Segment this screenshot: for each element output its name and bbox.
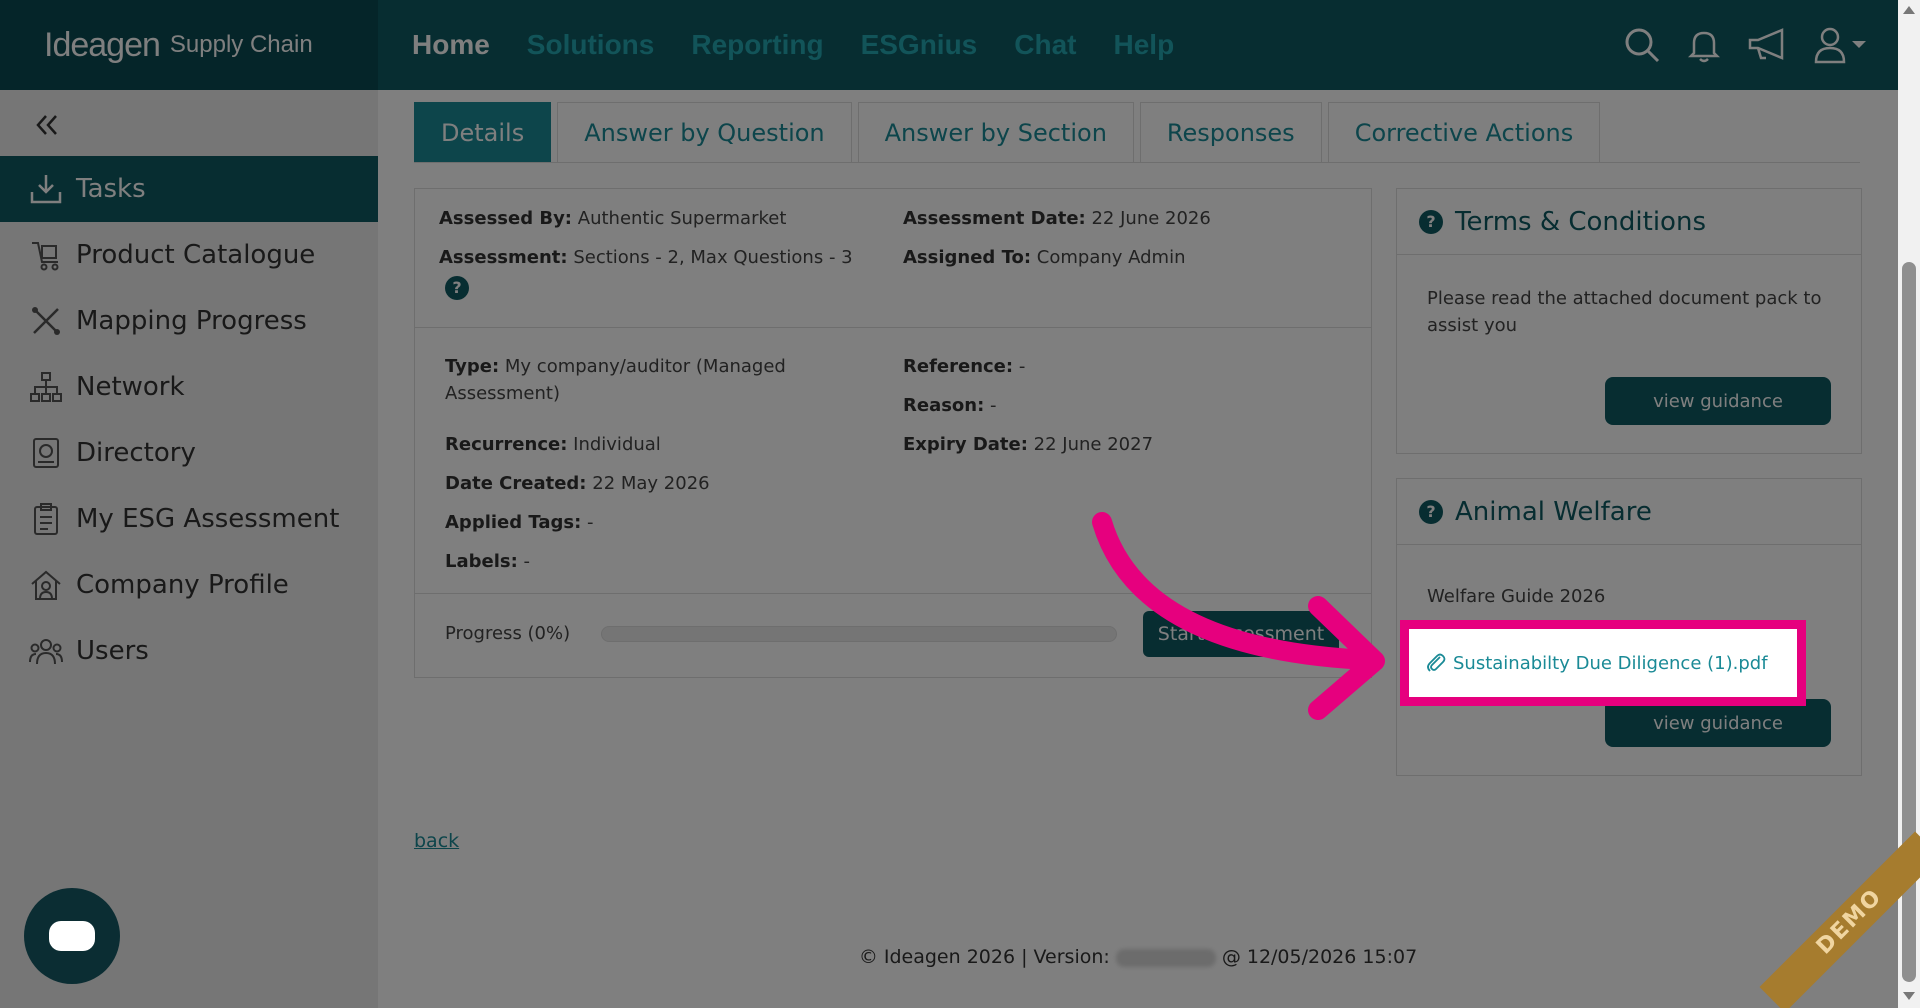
terms-header: ? Terms & Conditions: [1397, 189, 1861, 255]
download-tray-icon: [28, 171, 64, 207]
tab-details[interactable]: Details: [414, 102, 552, 162]
sidebar-item-label: Tasks: [76, 174, 146, 204]
nav-home[interactable]: Home: [412, 29, 490, 61]
clipboard-icon: [28, 501, 64, 537]
sidebar-item-users[interactable]: Users: [0, 618, 378, 684]
welfare-header: ? Animal Welfare: [1397, 479, 1861, 545]
divider: [415, 327, 1371, 328]
nav-esgnius[interactable]: ESGnius: [861, 29, 978, 61]
users-icon: [28, 633, 64, 669]
assessment-date: Assessment Date: 22 June 2026: [903, 208, 1211, 229]
double-chevron-left-icon[interactable]: [32, 110, 62, 144]
pointer-arrow-icon: [1092, 512, 1385, 720]
main-nav: Home Solutions Reporting ESGnius Chat He…: [412, 29, 1174, 61]
paperclip-icon: [1425, 651, 1447, 675]
sidebar-item-product-catalogue[interactable]: Product Catalogue: [0, 222, 378, 288]
type: Type: My company/auditor (Managed Assess…: [445, 356, 786, 404]
welfare-title: Animal Welfare: [1455, 496, 1652, 527]
assessment-info: Assessment: Sections - 2, Max Questions …: [439, 247, 853, 268]
search-icon[interactable]: [1622, 25, 1662, 65]
sidebar-item-network[interactable]: Network: [0, 354, 378, 420]
question-mark-icon: ?: [1419, 209, 1443, 234]
question-mark-icon[interactable]: ?: [445, 276, 469, 300]
tab-corrective-actions[interactable]: Corrective Actions: [1327, 102, 1601, 162]
sidebar-item-label: Users: [76, 636, 149, 666]
sidebar: Tasks Product Catalogue Mapping Progress…: [0, 90, 378, 1008]
sidebar-item-label: Network: [76, 372, 185, 402]
house-icon: [28, 567, 64, 603]
bell-icon[interactable]: [1684, 25, 1724, 65]
date-created: Date Created: 22 May 2026: [445, 473, 710, 494]
attachment-filename: Sustainabilty Due Diligence (1).pdf: [1453, 652, 1768, 674]
brand-name: Ideagen: [44, 25, 161, 64]
nav-solutions[interactable]: Solutions: [527, 29, 655, 61]
terms-title: Terms & Conditions: [1455, 206, 1706, 237]
sidebar-item-tasks[interactable]: Tasks: [0, 156, 378, 222]
brand-logo[interactable]: Ideagen Supply Chain: [0, 0, 378, 90]
footer: © Ideagen 2026 | Version: @ 12/05/2026 15…: [858, 946, 1418, 968]
assessed-by: Assessed By: Authentic Supermarket: [439, 208, 787, 229]
view-guidance-button[interactable]: view guidance: [1605, 377, 1831, 425]
tab-answer-by-question[interactable]: Answer by Question: [557, 102, 852, 162]
view-guidance-button[interactable]: view guidance: [1605, 699, 1831, 747]
tabs-divider: [414, 162, 1860, 163]
sidebar-item-label: Company Profile: [76, 570, 289, 600]
progress-bar: [601, 626, 1117, 642]
version-blurred: [1115, 948, 1216, 967]
terms-card: ? Terms & Conditions Please read the att…: [1396, 188, 1862, 454]
chat-bubble-button[interactable]: [24, 888, 120, 984]
sidebar-item-label: Directory: [76, 438, 196, 468]
assigned-to: Assigned To: Company Admin: [903, 247, 1186, 268]
sidebar-item-mapping-progress[interactable]: Mapping Progress: [0, 288, 378, 354]
attachment-link-highlight[interactable]: Sustainabilty Due Diligence (1).pdf: [1400, 620, 1806, 706]
question-mark-icon: ?: [1419, 499, 1443, 524]
top-icons: [1622, 0, 1868, 90]
progress-label: Progress (0%): [445, 623, 571, 644]
terms-text: Please read the attached document pack t…: [1427, 288, 1822, 336]
applied-tags: Applied Tags: -: [445, 512, 594, 533]
sidebar-item-directory[interactable]: Directory: [0, 420, 378, 486]
tab-answer-by-section[interactable]: Answer by Section: [857, 102, 1134, 162]
expiry-date: Expiry Date: 22 June 2027: [903, 434, 1154, 455]
tab-responses[interactable]: Responses: [1139, 102, 1322, 162]
route-icon: [28, 303, 64, 339]
labels: Labels: -: [445, 551, 531, 572]
sidebar-item-label: My ESG Assessment: [76, 504, 340, 534]
chat-icon: [49, 921, 95, 951]
nav-chat[interactable]: Chat: [1014, 29, 1076, 61]
nav-help[interactable]: Help: [1114, 29, 1175, 61]
brand-product: Supply Chain: [169, 31, 313, 58]
megaphone-icon[interactable]: [1746, 25, 1790, 65]
user-icon[interactable]: [1812, 25, 1868, 65]
network-icon: [28, 369, 64, 405]
sidebar-item-label: Mapping Progress: [76, 306, 307, 336]
sidebar-item-my-esg-assessment[interactable]: My ESG Assessment: [0, 486, 378, 552]
nav-reporting[interactable]: Reporting: [691, 29, 823, 61]
directory-icon: [28, 435, 64, 471]
welfare-guide-title: Welfare Guide 2026: [1427, 586, 1606, 607]
sidebar-item-label: Product Catalogue: [76, 240, 316, 270]
sidebar-item-company-profile[interactable]: Company Profile: [0, 552, 378, 618]
scroll-down-icon[interactable]: [1903, 992, 1915, 1000]
tabs: Details Answer by Question Answer by Sec…: [414, 102, 1601, 162]
back-link[interactable]: back: [414, 830, 459, 852]
reason: Reason: -: [903, 395, 997, 416]
cart-icon: [28, 237, 64, 273]
recurrence: Recurrence: Individual: [445, 434, 661, 455]
reference: Reference: -: [903, 356, 1026, 377]
top-bar: Ideagen Supply Chain Home Solutions Repo…: [0, 0, 1898, 90]
scroll-up-icon[interactable]: [1903, 6, 1915, 14]
